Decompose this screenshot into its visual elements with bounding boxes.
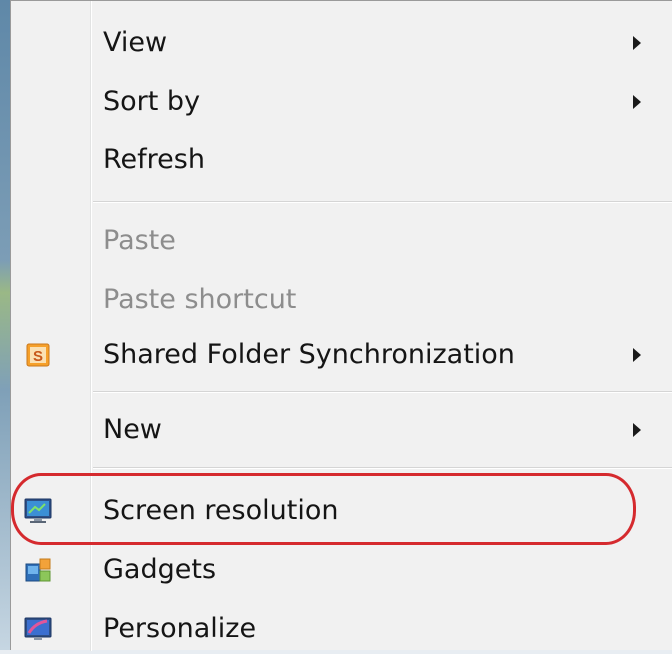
gadgets-icon xyxy=(23,555,53,585)
desktop-background-edge xyxy=(0,0,10,650)
menu-item-label: Refresh xyxy=(103,144,205,175)
menu-item-label: Personalize xyxy=(103,613,257,644)
annotation-highlight-ring xyxy=(11,473,636,545)
menu-item-label: View xyxy=(103,27,168,58)
submenu-arrow-icon xyxy=(633,348,641,362)
menu-item-gadgets[interactable]: Gadgets xyxy=(11,545,661,595)
shared-folder-sync-letter: S xyxy=(33,348,43,365)
menu-item-label: Paste xyxy=(103,225,176,256)
menu-item-new[interactable]: New xyxy=(11,405,661,455)
menu-item-shared-folder-sync[interactable]: S Shared Folder Synchronization xyxy=(11,330,661,380)
menu-item-label: Shared Folder Synchronization xyxy=(103,339,515,370)
menu-separator xyxy=(93,201,672,203)
menu-item-refresh[interactable]: Refresh xyxy=(11,135,661,185)
menu-item-view[interactable]: View xyxy=(11,18,661,68)
menu-item-label: Gadgets xyxy=(103,554,217,585)
menu-item-sort-by[interactable]: Sort by xyxy=(11,77,661,127)
submenu-arrow-icon xyxy=(633,423,641,437)
menu-item-label: Sort by xyxy=(103,86,201,117)
shared-folder-sync-icon: S xyxy=(23,340,53,370)
menu-separator xyxy=(93,391,672,393)
submenu-arrow-icon xyxy=(633,36,641,50)
menu-item-paste: Paste xyxy=(11,216,661,266)
menu-item-personalize[interactable]: Personalize xyxy=(11,604,661,654)
menu-separator xyxy=(93,467,672,469)
submenu-arrow-icon xyxy=(633,95,641,109)
menu-item-label: Paste shortcut xyxy=(103,284,297,315)
menu-item-paste-shortcut: Paste shortcut xyxy=(11,275,661,325)
menu-item-label: New xyxy=(103,414,162,445)
desktop-context-menu: View Sort by Refresh Paste Paste shortcu… xyxy=(10,0,672,651)
personalize-icon xyxy=(23,614,53,644)
